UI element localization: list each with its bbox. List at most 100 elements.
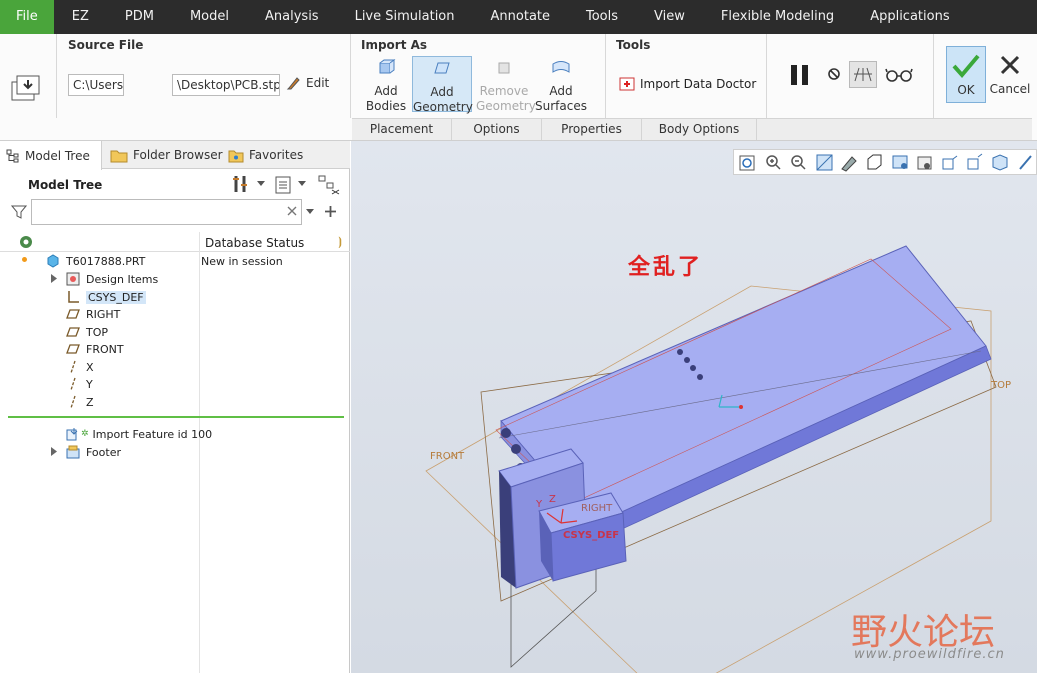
list-icon[interactable] <box>275 176 291 194</box>
menu-file[interactable]: File <box>0 0 54 34</box>
cancel-button[interactable]: Cancel <box>988 46 1032 103</box>
graphics-viewport[interactable]: 全乱了 FRONT TOP RIGHT CSYS_DEF Y Z 野火论坛 ww… <box>351 141 1037 673</box>
ok-button[interactable]: OK <box>946 46 986 103</box>
import-as-title: Import As <box>361 38 428 52</box>
edit-label: Edit <box>306 76 330 90</box>
tree-item-part[interactable]: T6017888.PRT <box>46 252 145 270</box>
insert-here-indicator[interactable] <box>8 416 344 418</box>
tab-placement[interactable]: Placement <box>352 119 452 140</box>
model-tree-icon <box>6 149 19 162</box>
add-geometry-l2: Geometry <box>413 100 473 114</box>
add-icon[interactable] <box>324 205 337 218</box>
expand-arrow-icon[interactable] <box>50 447 58 456</box>
menu-view[interactable]: View <box>636 0 703 34</box>
tree-item-import-feature[interactable]: ✲ Import Feature id 100 <box>66 425 212 443</box>
datum-plane-icon <box>66 344 80 354</box>
footer-icon <box>66 445 80 459</box>
menu-live-simulation[interactable]: Live Simulation <box>337 0 473 34</box>
new-badge-icon: ✲ <box>81 429 89 439</box>
datum-axis-icon <box>70 360 76 374</box>
import-data-doctor-label: Import Data Doctor <box>640 77 757 91</box>
add-geometry-button[interactable]: Add Geometry <box>412 56 473 114</box>
checkmark-icon <box>952 54 980 79</box>
remove-geometry-icon <box>498 62 510 74</box>
filter-icon[interactable] <box>11 204 27 220</box>
menu-analysis[interactable]: Analysis <box>247 0 337 34</box>
tree-item-label: Z <box>86 395 94 409</box>
clear-icon[interactable] <box>287 206 297 216</box>
pause-icon[interactable] <box>788 63 812 87</box>
add-bodies-l2: Bodies <box>365 99 407 113</box>
chevron-down-icon[interactable] <box>257 181 265 187</box>
tree-item-y[interactable]: Y <box>66 375 93 393</box>
expand-arrow-icon[interactable] <box>50 274 58 283</box>
menu-bar: File EZ PDM Model Analysis Live Simulati… <box>0 0 1037 34</box>
tree-item-front[interactable]: FRONT <box>66 340 124 358</box>
tab-options[interactable]: Options <box>452 119 542 140</box>
menu-annotate[interactable]: Annotate <box>473 0 568 34</box>
tab-favorites-label: Favorites <box>249 148 304 162</box>
stop-icon[interactable] <box>827 67 841 81</box>
add-bodies-button[interactable]: Add Bodies <box>363 58 409 113</box>
label-axis-y: Y <box>536 499 543 510</box>
chevron-down-icon[interactable] <box>306 209 314 215</box>
menu-ez[interactable]: EZ <box>54 0 107 34</box>
menu-flexible-modeling[interactable]: Flexible Modeling <box>703 0 852 34</box>
label-csys: CSYS_DEF <box>563 530 620 541</box>
label-front: FRONT <box>430 451 465 462</box>
close-icon <box>1000 55 1020 75</box>
label-right: RIGHT <box>581 503 613 514</box>
add-geometry-l1: Add <box>430 85 454 99</box>
column-divider <box>199 232 200 673</box>
ribbon: Source File C:\Users\l \Desktop\PCB.stp … <box>0 34 1037 141</box>
ok-label: OK <box>957 83 975 97</box>
tree-item-label: TOP <box>86 325 109 339</box>
tab-body-options[interactable]: Body Options <box>642 119 757 140</box>
tree-item-label: Design Items <box>86 272 159 286</box>
import-file-icon[interactable] <box>9 72 43 104</box>
tree-item-z[interactable]: Z <box>66 393 94 411</box>
tree-item-label: FRONT <box>86 342 124 356</box>
menu-tools[interactable]: Tools <box>568 0 636 34</box>
tools-title: Tools <box>616 38 651 52</box>
source-path-field-2[interactable]: \Desktop\PCB.stp <box>172 74 280 96</box>
menu-applications[interactable]: Applications <box>852 0 967 34</box>
tree-item-right[interactable]: RIGHT <box>66 305 120 323</box>
chevron-down-icon[interactable] <box>298 181 306 187</box>
tree-item-footer[interactable]: Footer <box>66 443 121 461</box>
preview-toggle[interactable] <box>849 61 877 88</box>
menu-model[interactable]: Model <box>172 0 247 34</box>
menu-pdm[interactable]: PDM <box>107 0 172 34</box>
import-data-doctor-button[interactable]: Import Data Doctor <box>619 76 756 92</box>
modified-dot-icon <box>22 257 27 262</box>
add-surfaces-button[interactable]: Add Surfaces <box>535 58 587 113</box>
tab-favorites[interactable]: Favorites <box>222 141 309 169</box>
preview-icon <box>854 67 872 82</box>
tree-item-csys-def[interactable]: CSYS_DEF <box>66 288 146 306</box>
settings-icon[interactable] <box>232 174 250 194</box>
add-surfaces-l2: Surfaces <box>535 99 587 113</box>
design-items-icon <box>66 272 80 286</box>
tab-folder-browser[interactable]: Folder Browser <box>104 141 229 169</box>
annotation-text: 全乱了 <box>628 254 704 280</box>
add-geometry-icon <box>434 62 450 74</box>
glasses-icon[interactable] <box>885 66 913 84</box>
tree-item-x[interactable]: X <box>66 358 94 376</box>
panel-tabs: Model Tree Folder Browser Favorites <box>0 141 350 170</box>
column-resize-handle[interactable]: ⦘ <box>338 234 342 249</box>
show-hidden-icon[interactable] <box>318 175 340 195</box>
remove-geometry-l1: Remove <box>479 84 529 98</box>
tree-item-design-items[interactable]: Design Items <box>66 270 158 288</box>
tab-model-tree[interactable]: Model Tree <box>0 141 102 170</box>
tree-item-label: T6017888.PRT <box>66 254 146 268</box>
tree-search-input[interactable] <box>31 199 302 225</box>
tree-item-top[interactable]: TOP <box>66 323 108 341</box>
label-top: TOP <box>991 380 1012 391</box>
source-path-field[interactable]: C:\Users\l <box>68 74 124 96</box>
tab-properties[interactable]: Properties <box>542 119 642 140</box>
edit-button[interactable]: Edit <box>286 75 329 91</box>
tree-item-label: X <box>86 360 94 374</box>
tab-folder-browser-label: Folder Browser <box>133 148 223 162</box>
database-status-header[interactable]: Database Status <box>205 236 304 250</box>
remove-geometry-button[interactable]: Remove Geometry <box>476 58 536 113</box>
